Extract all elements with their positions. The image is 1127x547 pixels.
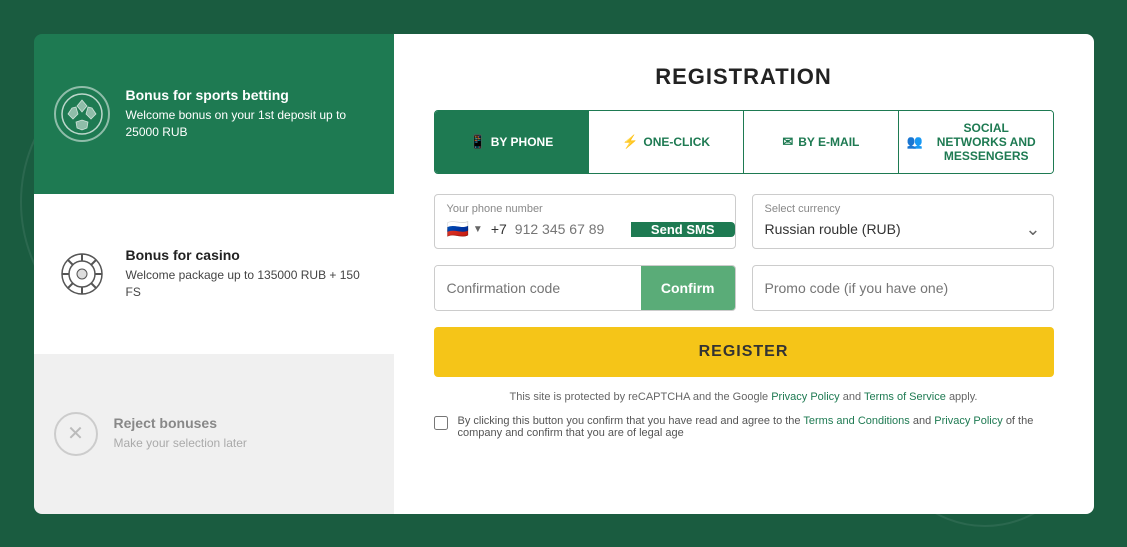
currency-select-row: Russian rouble (RUB) ⌄ — [765, 219, 1041, 240]
promo-input[interactable] — [753, 266, 1053, 310]
promo-group — [752, 265, 1054, 311]
recaptcha-text-before: This site is protected by reCAPTCHA and … — [510, 391, 769, 403]
sports-bonus-title: Bonus for sports betting — [126, 87, 374, 103]
casino-bonus-text: Bonus for casino Welcome package up to 1… — [126, 247, 374, 301]
phone-tab-icon: 📱 — [470, 134, 486, 150]
phone-input-row: 🇷🇺 ▼ +7 Send SMS — [447, 219, 723, 240]
send-sms-button[interactable]: Send SMS — [631, 222, 735, 237]
casino-bonus-icon — [54, 246, 110, 302]
confirm-button[interactable]: Confirm — [641, 266, 735, 310]
sports-bonus-desc: Welcome bonus on your 1st deposit up to … — [126, 107, 374, 141]
confirmation-group: Confirm — [434, 265, 736, 311]
recaptcha-terms-link[interactable]: Terms of Service — [864, 391, 946, 403]
currency-field-group: Select currency Russian rouble (RUB) ⌄ — [752, 194, 1054, 249]
flag-chevron-icon: ▼ — [473, 224, 483, 235]
reject-desc: Make your selection later — [114, 435, 374, 452]
tab-one-click-label: ONE-CLICK — [643, 135, 710, 149]
registration-title: REGISTRATION — [434, 64, 1054, 90]
register-button[interactable]: REGISTER — [434, 327, 1054, 377]
sports-bonus-card[interactable]: Bonus for sports betting Welcome bonus o… — [34, 34, 394, 194]
sports-bonus-text: Bonus for sports betting Welcome bonus o… — [126, 87, 374, 141]
reject-title: Reject bonuses — [114, 415, 374, 431]
recaptcha-notice: This site is protected by reCAPTCHA and … — [434, 391, 1054, 403]
reject-bonus-card[interactable]: ✕ Reject bonuses Make your selection lat… — [34, 354, 394, 514]
terms-checkbox[interactable] — [434, 416, 448, 430]
tab-social-label: SOCIAL NETWORKS AND MESSENGERS — [928, 121, 1045, 163]
email-tab-icon: ✉ — [782, 134, 793, 150]
terms-row: By clicking this button you confirm that… — [434, 415, 1054, 439]
left-panel: Bonus for sports betting Welcome bonus o… — [34, 34, 394, 514]
recaptcha-and: and — [843, 391, 861, 403]
terms-text-before: By clicking this button you confirm that… — [458, 415, 801, 427]
casino-bonus-desc: Welcome package up to 135000 RUB + 150 F… — [126, 267, 374, 301]
oneclick-tab-icon: ⚡ — [622, 134, 638, 150]
tabs-container: 📱 BY PHONE ⚡ ONE-CLICK ✉ BY E-MAIL 👥 SOC… — [434, 110, 1054, 174]
recaptcha-apply: apply. — [949, 391, 978, 403]
tab-by-phone-label: BY PHONE — [491, 135, 553, 149]
phone-currency-row: Your phone number 🇷🇺 ▼ +7 Send SMS Selec… — [434, 194, 1054, 249]
terms-privacy-link[interactable]: Privacy Policy — [934, 415, 1002, 427]
social-tab-icon: 👥 — [907, 134, 923, 150]
casino-bonus-card[interactable]: Bonus for casino Welcome package up to 1… — [34, 194, 394, 354]
country-flag-select[interactable]: 🇷🇺 ▼ — [447, 219, 483, 240]
tab-by-phone[interactable]: 📱 BY PHONE — [435, 111, 590, 173]
flag-emoji: 🇷🇺 — [447, 219, 469, 240]
right-panel: REGISTRATION 📱 BY PHONE ⚡ ONE-CLICK ✉ BY… — [394, 34, 1094, 514]
main-container: Bonus for sports betting Welcome bonus o… — [34, 34, 1094, 514]
tab-by-email[interactable]: ✉ BY E-MAIL — [744, 111, 899, 173]
reject-text: Reject bonuses Make your selection later — [114, 415, 374, 452]
recaptcha-privacy-link[interactable]: Privacy Policy — [771, 391, 839, 403]
tab-social[interactable]: 👥 SOCIAL NETWORKS AND MESSENGERS — [899, 111, 1053, 173]
phone-prefix: +7 — [491, 221, 507, 237]
confirmation-input[interactable] — [435, 266, 641, 310]
reject-icon: ✕ — [54, 412, 98, 456]
confirm-promo-row: Confirm — [434, 265, 1054, 311]
sports-bonus-icon — [54, 86, 110, 142]
terms-conditions-link[interactable]: Terms and Conditions — [803, 415, 909, 427]
tab-one-click[interactable]: ⚡ ONE-CLICK — [589, 111, 744, 173]
terms-and: and — [913, 415, 931, 427]
phone-label: Your phone number — [447, 203, 723, 215]
currency-chevron-icon: ⌄ — [1025, 219, 1040, 240]
currency-label: Select currency — [765, 203, 1041, 215]
casino-bonus-title: Bonus for casino — [126, 247, 374, 263]
phone-field-group: Your phone number 🇷🇺 ▼ +7 Send SMS — [434, 194, 736, 249]
tab-by-email-label: BY E-MAIL — [798, 135, 859, 149]
terms-text: By clicking this button you confirm that… — [458, 415, 1054, 439]
phone-input[interactable] — [515, 221, 615, 237]
currency-select[interactable]: Russian rouble (RUB) — [765, 221, 1026, 237]
